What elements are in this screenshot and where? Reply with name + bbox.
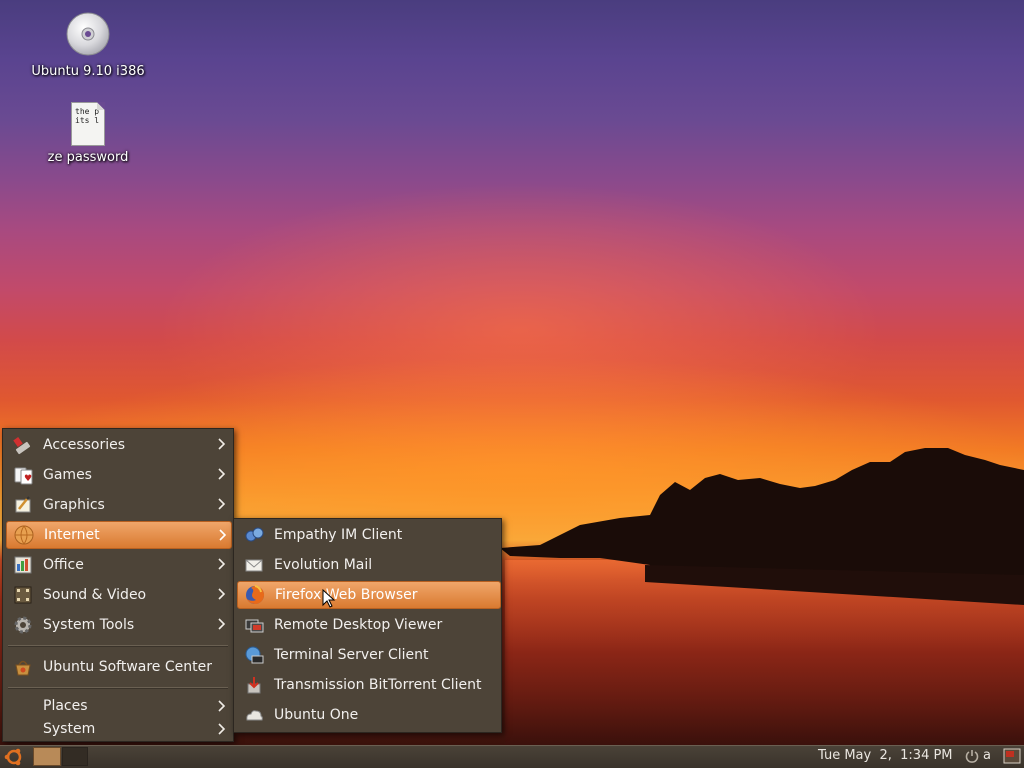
- menu-item-ubuntu-one[interactable]: Ubuntu One: [237, 701, 499, 729]
- firefox-icon: [244, 584, 266, 606]
- menu-separator: [8, 645, 228, 647]
- menu-separator: [8, 687, 228, 689]
- power-icon[interactable]: [965, 749, 979, 767]
- mouse-pointer-icon: [322, 589, 336, 608]
- menu-item-sound-video[interactable]: Sound & Video: [6, 581, 230, 609]
- sound-video-icon: [12, 584, 34, 606]
- internet-submenu: Empathy IM Client Evolution Mail Firefox…: [233, 518, 502, 733]
- ubuntu-logo-icon[interactable]: [3, 747, 25, 771]
- panel-clock[interactable]: Tue May 2, 1:34 PM: [818, 748, 953, 763]
- graphics-icon: [12, 494, 34, 516]
- applications-menu: Accessories ♥ Games Graphics Internet Of…: [2, 428, 234, 742]
- menu-item-label: Firefox Web Browser: [275, 587, 418, 603]
- menu-item-label: Evolution Mail: [274, 557, 373, 573]
- workspace-1-button[interactable]: [33, 747, 61, 766]
- blank-icon-space: [12, 718, 34, 740]
- chevron-right-icon: [218, 558, 226, 574]
- menu-item-label: System Tools: [43, 617, 135, 633]
- text-file-icon: the p its l: [71, 102, 105, 146]
- menu-item-label: Sound & Video: [43, 587, 147, 603]
- chevron-right-icon: [218, 588, 226, 604]
- desktop-icon-label: Ubuntu 9.10 i386: [31, 64, 145, 79]
- desktop-icon-ubuntu-cd[interactable]: Ubuntu 9.10 i386: [23, 12, 153, 79]
- desktop-icon-password-file[interactable]: the p its l ze password: [23, 102, 153, 165]
- games-icon: ♥: [12, 464, 34, 486]
- menu-item-terminal-server-client[interactable]: Terminal Server Client: [237, 641, 499, 669]
- blank-icon-space: [12, 695, 34, 717]
- transmission-icon: [243, 674, 265, 696]
- menu-item-internet[interactable]: Internet: [6, 521, 232, 549]
- internet-icon: [13, 524, 35, 546]
- chevron-right-icon: [218, 618, 226, 634]
- chevron-right-icon: [218, 723, 226, 739]
- software-center-icon: [12, 656, 34, 678]
- chevron-right-icon: [218, 438, 226, 454]
- menu-item-label: Ubuntu One: [274, 707, 359, 723]
- menu-item-games[interactable]: ♥ Games: [6, 461, 230, 489]
- menu-item-label: Ubuntu Software Center: [43, 659, 212, 675]
- menu-item-label: Internet: [44, 527, 100, 543]
- chevron-right-icon: [219, 529, 227, 545]
- panel-user-name[interactable]: a: [983, 748, 991, 763]
- menu-item-label: Office: [43, 557, 84, 573]
- menu-item-graphics[interactable]: Graphics: [6, 491, 230, 519]
- desktop-icon-label: ze password: [47, 150, 129, 165]
- workspace-2-button[interactable]: [62, 747, 88, 766]
- menu-item-label: Transmission BitTorrent Client: [274, 677, 482, 693]
- menu-item-label: Graphics: [43, 497, 105, 513]
- menu-item-transmission[interactable]: Transmission BitTorrent Client: [237, 671, 499, 699]
- menu-item-label: Remote Desktop Viewer: [274, 617, 443, 633]
- menu-item-accessories[interactable]: Accessories: [6, 431, 230, 459]
- menu-item-system[interactable]: System: [6, 716, 230, 742]
- menu-item-label: Empathy IM Client: [274, 527, 403, 543]
- menu-item-ubuntu-software-center[interactable]: Ubuntu Software Center: [6, 653, 230, 681]
- ubuntu-one-icon: [243, 704, 265, 726]
- cd-icon: [66, 12, 110, 60]
- menu-item-label: Terminal Server Client: [274, 647, 429, 663]
- show-desktop-icon[interactable]: [1003, 748, 1021, 769]
- menu-item-office[interactable]: Office: [6, 551, 230, 579]
- terminal-server-icon: [243, 644, 265, 666]
- menu-item-system-tools[interactable]: System Tools: [6, 611, 230, 639]
- menu-item-label: Places: [43, 698, 88, 714]
- svg-text:♥: ♥: [24, 474, 32, 484]
- empathy-icon: [243, 524, 265, 546]
- menu-item-label: Games: [43, 467, 92, 483]
- remote-desktop-icon: [243, 614, 265, 636]
- menu-item-evolution-mail[interactable]: Evolution Mail: [237, 551, 499, 579]
- chevron-right-icon: [218, 498, 226, 514]
- accessories-icon: [12, 434, 34, 456]
- menu-item-empathy[interactable]: Empathy IM Client: [237, 521, 499, 549]
- menu-item-remote-desktop-viewer[interactable]: Remote Desktop Viewer: [237, 611, 499, 639]
- menu-item-label: Accessories: [43, 437, 126, 453]
- menu-item-firefox[interactable]: Firefox Web Browser: [237, 581, 501, 609]
- gear-icon: [12, 614, 34, 636]
- evolution-mail-icon: [243, 554, 265, 576]
- chevron-right-icon: [218, 700, 226, 716]
- office-icon: [12, 554, 34, 576]
- bottom-panel: Tue May 2, 1:34 PM a: [0, 745, 1024, 768]
- menu-item-label: System: [43, 721, 96, 737]
- chevron-right-icon: [218, 468, 226, 484]
